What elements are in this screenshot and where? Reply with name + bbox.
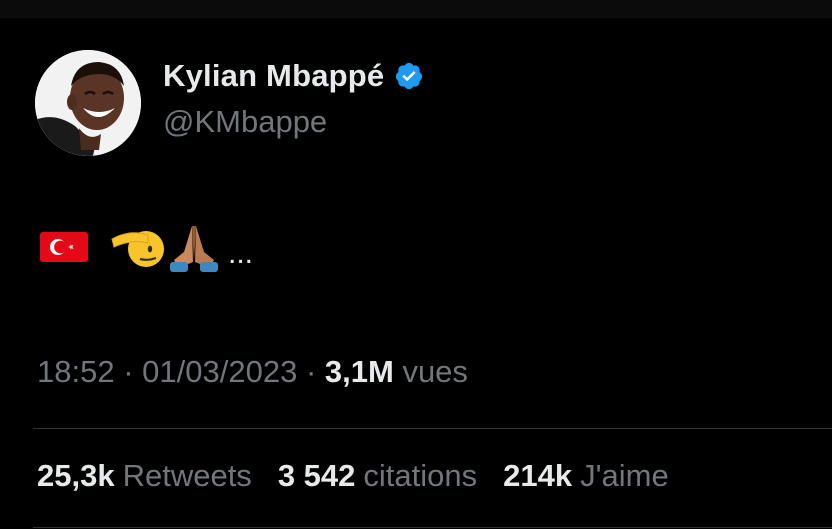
- tweet-time[interactable]: 18:52: [37, 354, 115, 389]
- divider: [33, 527, 832, 528]
- saluting-face-icon: [110, 223, 166, 276]
- meta-separator: ·: [123, 354, 134, 389]
- author-name-row[interactable]: Kylian Mbappé: [163, 58, 424, 94]
- likes-stat[interactable]: 214k J'aime: [503, 458, 669, 494]
- likes-label: J'aime: [580, 458, 669, 493]
- meta-separator: ·: [305, 354, 317, 389]
- turkey-flag-icon: [40, 230, 88, 269]
- tweet-date[interactable]: 01/03/2023: [142, 354, 297, 389]
- likes-count: 214k: [503, 458, 573, 493]
- author-handle[interactable]: @KMbappe: [163, 104, 327, 140]
- retweets-stat[interactable]: 25,3k Retweets: [37, 458, 252, 494]
- quotes-label: citations: [363, 458, 478, 493]
- author-display-name[interactable]: Kylian Mbappé: [163, 58, 384, 94]
- divider: [33, 428, 832, 429]
- folded-hands-icon: [166, 222, 222, 277]
- tweet-text: ...: [40, 222, 253, 277]
- views-label: vues: [402, 354, 468, 389]
- avatar[interactable]: [35, 50, 141, 156]
- engagement-stats: 25,3k Retweets 3 542 citations 214k J'aime: [37, 458, 695, 494]
- avatar-photo: [35, 50, 141, 156]
- verified-badge-icon: [394, 61, 424, 91]
- quotes-count: 3 542: [277, 458, 356, 493]
- views-count: 3,1M: [324, 354, 394, 389]
- tweet-meta: 18:52 · 01/03/2023 · 3,1M vues: [37, 354, 468, 390]
- status-bar-strip: [0, 0, 832, 18]
- retweets-count: 25,3k: [37, 458, 115, 493]
- quotes-stat[interactable]: 3 542 citations: [278, 458, 477, 494]
- retweets-label: Retweets: [122, 458, 252, 493]
- tweet-trailing-text: ...: [228, 236, 254, 270]
